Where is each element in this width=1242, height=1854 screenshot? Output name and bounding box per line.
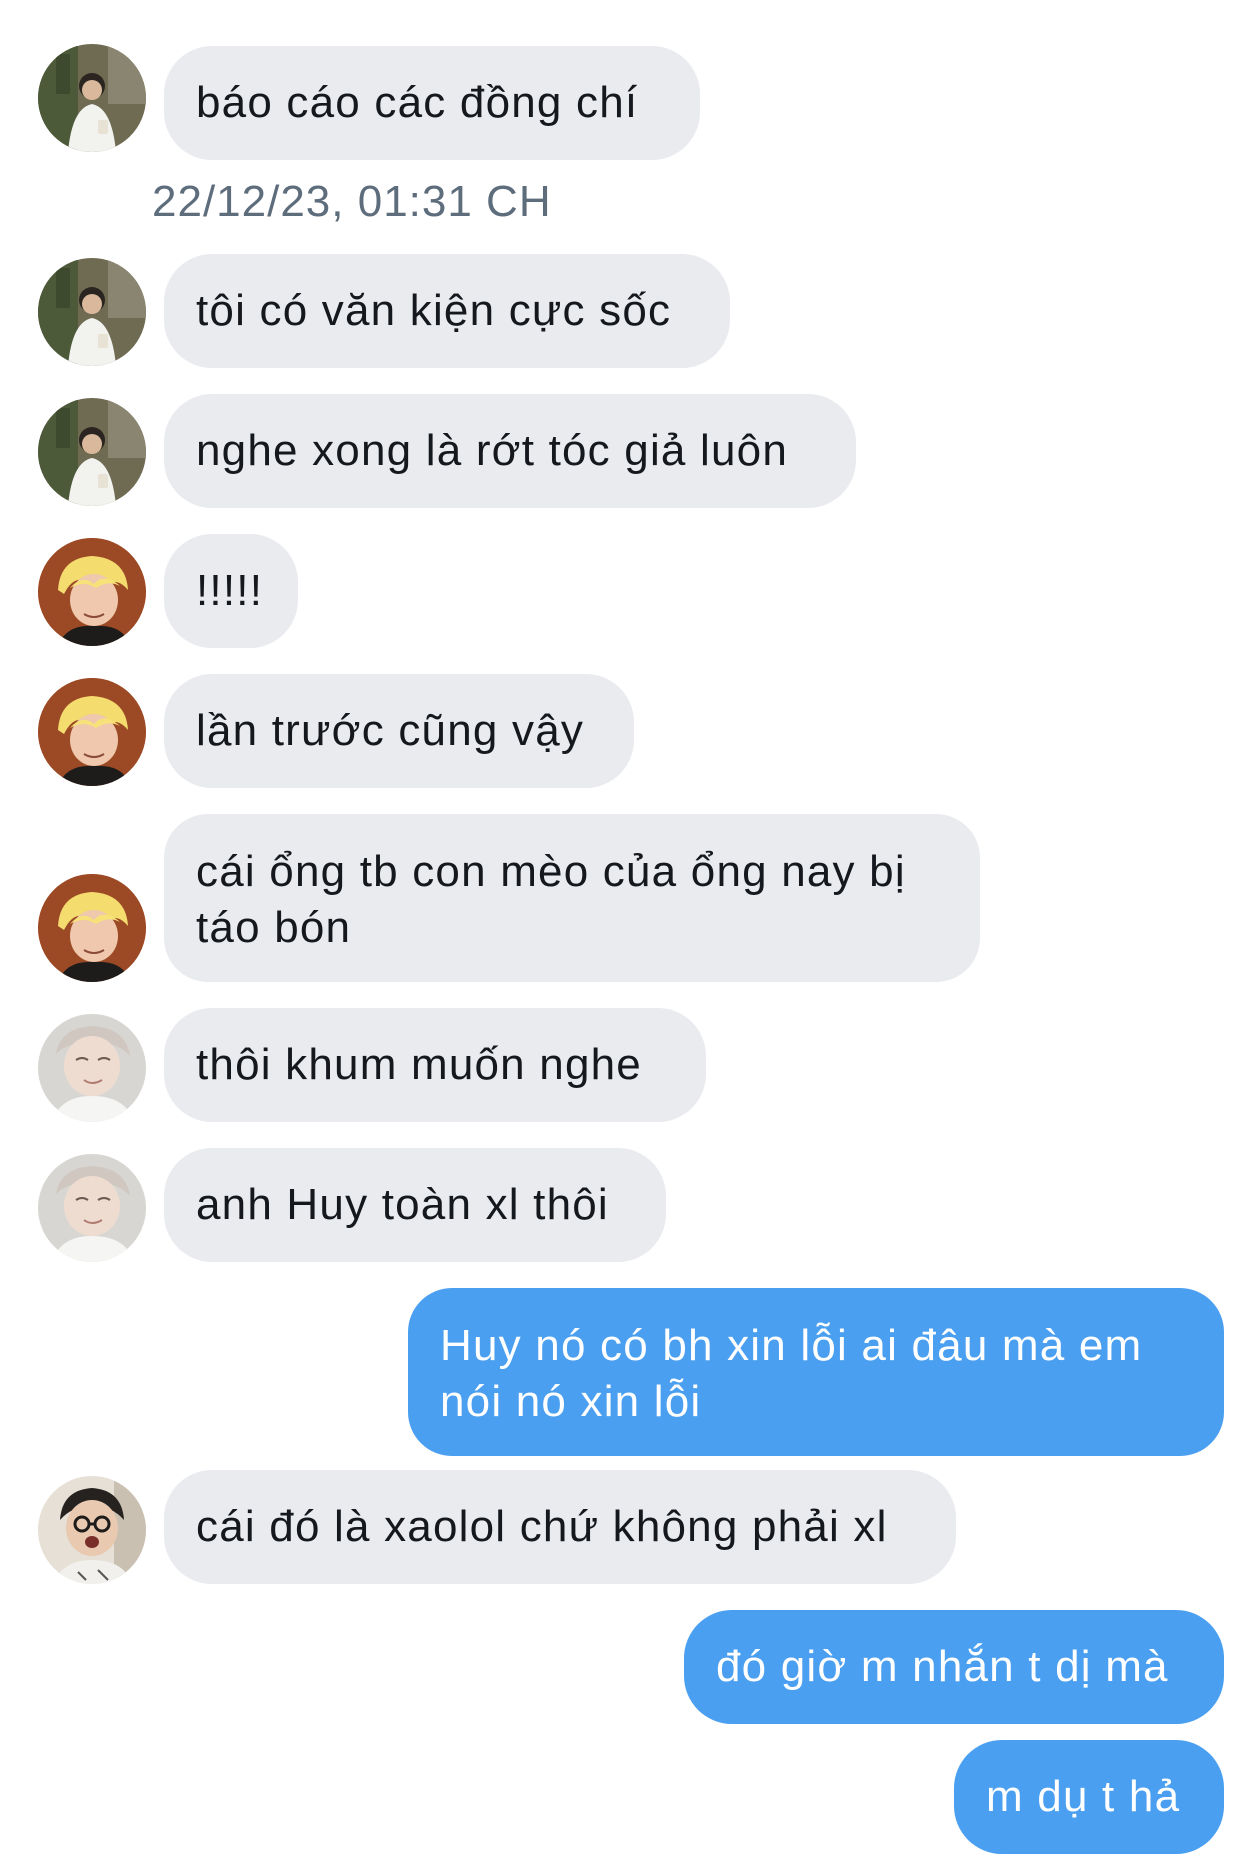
message-text: tôi có văn kiện cực sốc <box>196 286 672 335</box>
message-text: Huy nó có bh xin lỗi ai đâu mà em nói nó… <box>440 1321 1143 1426</box>
message-bubble-incoming[interactable]: cái đó là xaolol chứ không phải xl <box>164 1470 956 1584</box>
message-bubble-incoming[interactable]: thôi khum muốn nghe <box>164 1008 706 1122</box>
message-bubble-incoming[interactable]: nghe xong là rớt tóc giả luôn <box>164 394 856 508</box>
message-text: !!!!! <box>196 566 264 615</box>
message-text: m dụ t hả <box>986 1772 1181 1821</box>
message-bubble-outgoing[interactable]: m dụ t hả <box>954 1740 1224 1854</box>
conversation-screen: { "conversation": { "timestamp": "22/12/… <box>0 0 1242 1854</box>
message-text: nghe xong là rớt tóc giả luôn <box>196 426 789 475</box>
message-text: cái đó là xaolol chứ không phải xl <box>196 1502 888 1551</box>
message-timestamp: 22/12/23, 01:31 CH <box>152 177 552 226</box>
avatar[interactable] <box>38 258 146 366</box>
message-bubble-incoming[interactable]: !!!!! <box>164 534 298 648</box>
message-bubble-outgoing[interactable]: đó giờ m nhắn t dị mà <box>684 1610 1224 1724</box>
message-bubble-outgoing[interactable]: Huy nó có bh xin lỗi ai đâu mà em nói nó… <box>408 1288 1224 1456</box>
avatar[interactable] <box>38 1014 146 1122</box>
message-bubble-incoming[interactable]: tôi có văn kiện cực sốc <box>164 254 730 368</box>
message-text: anh Huy toàn xl thôi <box>196 1180 609 1229</box>
message-text: cái ổng tb con mèo của ổng nay bị táo bó… <box>196 847 906 952</box>
avatar[interactable] <box>38 1154 146 1262</box>
message-bubble-incoming[interactable]: cái ổng tb con mèo của ổng nay bị táo bó… <box>164 814 980 982</box>
message-bubble-incoming[interactable]: báo cáo các đồng chí <box>164 46 700 160</box>
avatar[interactable] <box>38 1476 146 1584</box>
message-bubble-incoming[interactable]: lần trước cũng vậy <box>164 674 634 788</box>
avatar[interactable] <box>38 44 146 152</box>
message-text: đó giờ m nhắn t dị mà <box>716 1642 1169 1691</box>
avatar[interactable] <box>38 398 146 506</box>
message-text: lần trước cũng vậy <box>196 706 585 755</box>
message-text: thôi khum muốn nghe <box>196 1040 642 1089</box>
message-text: báo cáo các đồng chí <box>196 78 639 127</box>
message-bubble-incoming[interactable]: anh Huy toàn xl thôi <box>164 1148 666 1262</box>
avatar[interactable] <box>38 538 146 646</box>
avatar[interactable] <box>38 678 146 786</box>
avatar[interactable] <box>38 874 146 982</box>
